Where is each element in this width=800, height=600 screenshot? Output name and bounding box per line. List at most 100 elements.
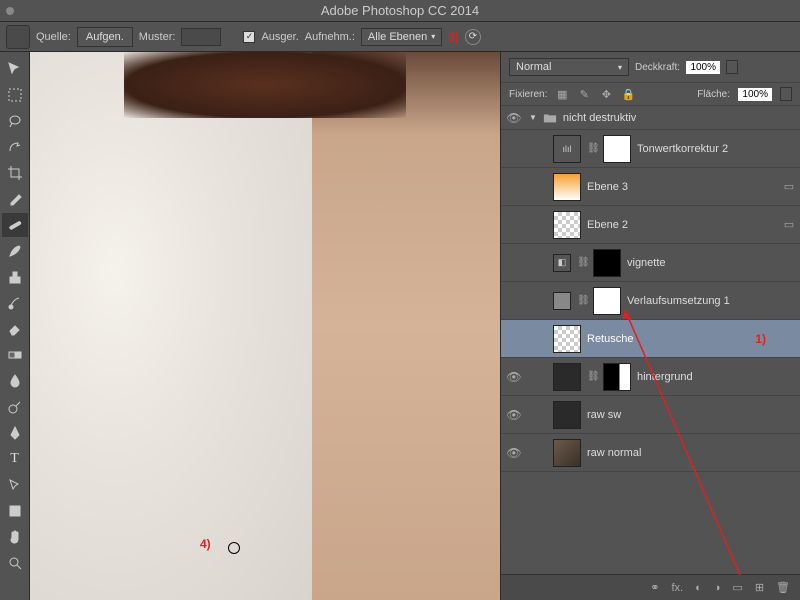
ignore-adjustment-icon[interactable]: ⟳	[465, 29, 481, 45]
mask-thumb[interactable]	[593, 249, 621, 277]
mask-thumb[interactable]	[603, 363, 631, 391]
app-title: Adobe Photoshop CC 2014	[321, 3, 479, 18]
fx-icon[interactable]: fx.	[671, 582, 683, 594]
lock-pixels-icon[interactable]: ▦	[555, 87, 569, 101]
tools-panel: T	[0, 52, 30, 600]
layer-thumb[interactable]	[553, 173, 581, 201]
opacity-value[interactable]: 100%	[686, 61, 720, 74]
gradient-tool-icon[interactable]	[2, 343, 28, 367]
layer-name: Ebene 2	[587, 219, 776, 231]
link-icon[interactable]: ⛓	[587, 371, 597, 382]
lock-all-icon[interactable]: 🔒	[621, 87, 635, 101]
layer-thumb[interactable]	[553, 439, 581, 467]
layer-name: Retusche	[587, 333, 749, 345]
quick-select-tool-icon[interactable]	[2, 135, 28, 159]
adjustment-icon: ◧	[553, 254, 571, 272]
eraser-tool-icon[interactable]	[2, 317, 28, 341]
path-select-tool-icon[interactable]	[2, 473, 28, 497]
layer-row[interactable]: ◧ ⛓ vignette	[501, 244, 800, 282]
fill-value[interactable]: 100%	[738, 88, 772, 101]
annotation-4: 4)	[200, 537, 211, 551]
layer-row[interactable]: 👁 ⛓ hintergrund	[501, 358, 800, 396]
opacity-stepper[interactable]	[726, 60, 738, 74]
lock-label: Fixieren:	[509, 89, 547, 100]
eyedropper-tool-icon[interactable]	[2, 187, 28, 211]
mask-thumb[interactable]	[603, 135, 631, 163]
layer-row[interactable]: ⛓ Verlaufsumsetzung 1	[501, 282, 800, 320]
delete-layer-icon[interactable]: 🗑	[776, 581, 790, 594]
window-control-icon[interactable]	[6, 7, 14, 15]
lock-brush-icon[interactable]: ✎	[577, 87, 591, 101]
link-layers-icon[interactable]: ⚭	[650, 581, 659, 594]
pen-tool-icon[interactable]	[2, 421, 28, 445]
lasso-tool-icon[interactable]	[2, 109, 28, 133]
shape-tool-icon[interactable]	[2, 499, 28, 523]
fill-stepper[interactable]	[780, 87, 792, 101]
crop-tool-icon[interactable]	[2, 161, 28, 185]
group-name: nicht destruktiv	[563, 112, 636, 124]
type-tool-icon[interactable]: T	[2, 447, 28, 471]
sample-dropdown[interactable]: Alle Ebenen	[361, 28, 442, 46]
layer-name: hintergrund	[637, 371, 796, 383]
history-brush-tool-icon[interactable]	[2, 291, 28, 315]
layer-thumb[interactable]	[553, 401, 581, 429]
opacity-label: Deckkraft:	[635, 62, 680, 73]
disclosure-triangle-icon[interactable]: ▼	[529, 113, 537, 122]
link-icon[interactable]: ⛓	[577, 257, 587, 268]
layers-bottom-bar: ⚭ fx. ◐ ◑ ▭ ⊞ 🗑	[501, 574, 800, 600]
layer-group-row[interactable]: 👁 ▼ nicht destruktiv	[501, 106, 800, 130]
dodge-tool-icon[interactable]	[2, 395, 28, 419]
blend-mode-dropdown[interactable]: Normal	[509, 58, 629, 76]
visibility-icon[interactable]: 👁	[505, 408, 523, 422]
link-icon[interactable]: ⛓	[577, 295, 587, 306]
source-label: Quelle:	[36, 31, 71, 43]
layer-name: Verlaufsumsetzung 1	[627, 295, 796, 307]
folder-icon	[543, 112, 557, 124]
layer-row[interactable]: 👁 raw sw	[501, 396, 800, 434]
aligned-label: Ausger.	[261, 31, 298, 43]
aligned-checkbox[interactable]: ✓	[243, 31, 255, 43]
move-tool-icon[interactable]	[2, 57, 28, 81]
new-layer-icon[interactable]: ⊞	[755, 581, 764, 594]
new-group-icon[interactable]: ▭	[732, 581, 742, 594]
layer-name: raw normal	[587, 447, 796, 459]
layer-effects-icon[interactable]: ▭	[782, 218, 796, 232]
brush-cursor-icon	[228, 542, 240, 554]
blur-tool-icon[interactable]	[2, 369, 28, 393]
add-mask-icon[interactable]: ◐	[695, 582, 702, 594]
visibility-icon[interactable]: 👁	[505, 446, 523, 460]
layer-row[interactable]: ılıl ⛓ Tonwertkorrektur 2	[501, 130, 800, 168]
link-icon[interactable]: ⛓	[587, 143, 597, 154]
layer-thumb[interactable]	[553, 211, 581, 239]
layer-name: vignette	[627, 257, 796, 269]
healing-brush-tool-icon[interactable]	[2, 213, 28, 237]
annotation-3: 3)	[448, 30, 459, 44]
layer-thumb[interactable]	[553, 363, 581, 391]
add-adjustment-icon[interactable]: ◑	[714, 582, 721, 594]
lock-move-icon[interactable]: ✥	[599, 87, 613, 101]
source-sampled-button[interactable]: Aufgen.	[77, 27, 133, 47]
canvas[interactable]: 4)	[30, 52, 500, 600]
pattern-picker[interactable]	[181, 28, 221, 46]
tool-preset-icon[interactable]	[6, 25, 30, 49]
options-bar: Quelle: Aufgen. Muster: ✓ Ausger. Aufneh…	[0, 22, 800, 52]
layer-row[interactable]: Ebene 2 ▭	[501, 206, 800, 244]
stamp-tool-icon[interactable]	[2, 265, 28, 289]
sample-label: Aufnehm.:	[305, 31, 355, 43]
visibility-icon[interactable]: 👁	[505, 111, 523, 125]
mask-thumb[interactable]	[593, 287, 621, 315]
document-image	[30, 52, 500, 600]
hand-tool-icon[interactable]	[2, 525, 28, 549]
layer-row[interactable]: 👁 raw normal	[501, 434, 800, 472]
layer-row-selected[interactable]: Retusche 1)	[501, 320, 800, 358]
brush-tool-icon[interactable]	[2, 239, 28, 263]
visibility-icon[interactable]: 👁	[505, 370, 523, 384]
marquee-tool-icon[interactable]	[2, 83, 28, 107]
zoom-tool-icon[interactable]	[2, 551, 28, 575]
layer-name: Ebene 3	[587, 181, 776, 193]
fill-label: Fläche:	[697, 89, 730, 100]
layer-name: raw sw	[587, 409, 796, 421]
layer-row[interactable]: Ebene 3 ▭	[501, 168, 800, 206]
layer-effects-icon[interactable]: ▭	[782, 180, 796, 194]
layer-thumb[interactable]	[553, 325, 581, 353]
